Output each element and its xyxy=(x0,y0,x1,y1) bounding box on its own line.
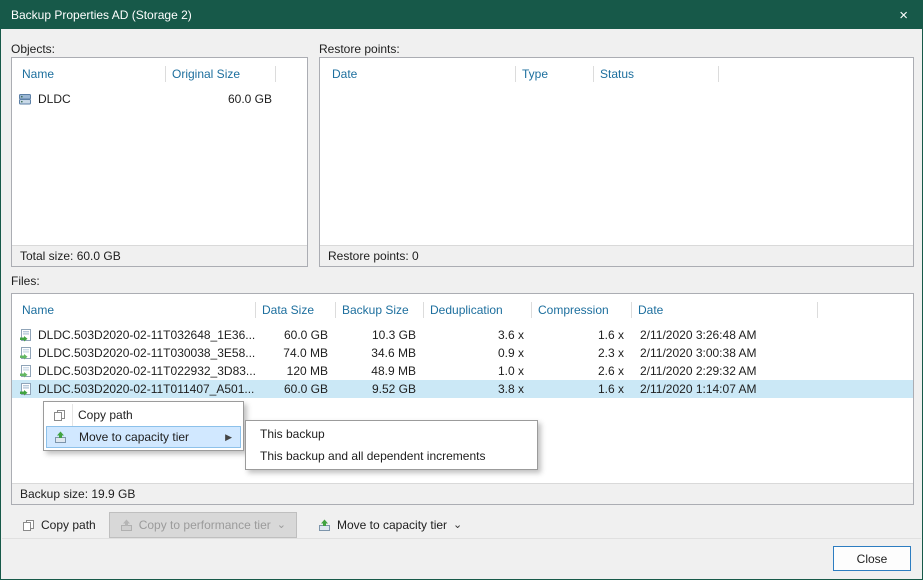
submenu-item-this-backup-and-increments[interactable]: This backup and all dependent increments xyxy=(246,445,537,467)
file-data-size: 120 MB xyxy=(256,364,336,378)
move-to-capacity-tier-label: Move to capacity tier xyxy=(337,518,447,532)
file-compression: 1.6 x xyxy=(532,328,632,342)
objects-col-name[interactable]: Name xyxy=(12,66,166,82)
files-col-data-size[interactable]: Data Size xyxy=(256,302,336,318)
copy-path-button-label: Copy path xyxy=(41,518,96,532)
copy-path-button[interactable]: Copy path xyxy=(13,513,105,537)
titlebar: Backup Properties AD (Storage 2) × xyxy=(1,1,922,29)
file-compression: 2.6 x xyxy=(532,364,632,378)
move-to-capacity-icon xyxy=(318,519,331,532)
menu-item-copy-path[interactable]: Copy path xyxy=(46,404,241,426)
restore-col-status[interactable]: Status xyxy=(594,66,719,82)
backup-file-icon xyxy=(12,329,38,342)
menu-item-move-to-capacity-tier[interactable]: Move to capacity tier ▶ xyxy=(46,426,241,448)
objects-panel: Name Original Size DLDC 60.0 GB Total xyxy=(11,57,308,267)
move-to-capacity-tier-button[interactable]: Move to capacity tier ⌄ xyxy=(309,513,471,537)
dialog-footer: Close xyxy=(2,538,921,578)
objects-total-size: Total size: 60.0 GB xyxy=(12,245,307,266)
submenu-item-label: This backup and all dependent increments xyxy=(260,449,485,463)
chevron-down-icon: ⌄ xyxy=(453,520,462,530)
file-backup-size: 48.9 MB xyxy=(336,364,424,378)
copy-to-performance-tier-label: Copy to performance tier xyxy=(139,518,271,532)
submenu-arrow-icon: ▶ xyxy=(225,432,234,443)
restore-points-table-header: Date Type Status xyxy=(320,58,913,90)
move-to-capacity-icon xyxy=(47,431,73,444)
context-menu: Copy path Move to capacity tier ▶ xyxy=(43,401,244,451)
file-row[interactable]: DLDC.503D2020-02-11T032648_1E36... 60.0 … xyxy=(12,326,913,344)
window-title: Backup Properties AD (Storage 2) xyxy=(11,8,192,22)
file-name: DLDC.503D2020-02-11T011407_A501... xyxy=(38,382,256,396)
file-date: 2/11/2020 2:29:32 AM xyxy=(632,364,818,378)
files-label: Files: xyxy=(11,274,40,288)
restore-col-date[interactable]: Date xyxy=(320,66,516,82)
files-panel: Name Data Size Backup Size Deduplication… xyxy=(11,293,914,505)
file-row[interactable]: DLDC.503D2020-02-11T022932_3D83... 120 M… xyxy=(12,362,913,380)
submenu-item-this-backup[interactable]: This backup xyxy=(246,423,537,445)
files-col-deduplication[interactable]: Deduplication xyxy=(424,302,532,318)
restore-points-count: Restore points: 0 xyxy=(320,245,913,266)
vm-icon xyxy=(12,92,38,106)
file-data-size: 60.0 GB xyxy=(256,328,336,342)
file-row-selected[interactable]: DLDC.503D2020-02-11T011407_A501... 60.0 … xyxy=(12,380,913,398)
copy-to-performance-icon xyxy=(120,519,133,532)
files-col-compression[interactable]: Compression xyxy=(532,302,632,318)
file-compression: 1.6 x xyxy=(532,382,632,396)
file-deduplication: 3.6 x xyxy=(424,328,532,342)
objects-col-original-size[interactable]: Original Size xyxy=(166,66,276,82)
backup-properties-dialog: Backup Properties AD (Storage 2) × Objec… xyxy=(0,0,923,580)
close-button[interactable]: Close xyxy=(833,546,911,571)
files-table-header: Name Data Size Backup Size Deduplication… xyxy=(12,294,913,326)
restore-points-table-body xyxy=(320,90,913,245)
file-compression: 2.3 x xyxy=(532,346,632,360)
copy-icon xyxy=(46,409,72,422)
file-name: DLDC.503D2020-02-11T022932_3D83... xyxy=(38,364,256,378)
objects-row[interactable]: DLDC 60.0 GB xyxy=(12,90,307,108)
file-date: 2/11/2020 1:14:07 AM xyxy=(632,382,818,396)
backup-increment-icon xyxy=(12,365,38,378)
object-original-size: 60.0 GB xyxy=(166,92,276,106)
submenu-item-label: This backup xyxy=(260,427,325,441)
bottom-toolbar: Copy path Copy to performance tier ⌄ Mov… xyxy=(13,510,471,540)
object-name: DLDC xyxy=(38,92,166,106)
files-backup-size: Backup size: 19.9 GB xyxy=(12,483,913,504)
file-deduplication: 0.9 x xyxy=(424,346,532,360)
restore-points-label: Restore points: xyxy=(319,42,400,56)
copy-icon xyxy=(22,519,35,532)
file-deduplication: 1.0 x xyxy=(424,364,532,378)
file-deduplication: 3.8 x xyxy=(424,382,532,396)
copy-to-performance-tier-button[interactable]: Copy to performance tier ⌄ xyxy=(109,512,297,538)
file-backup-size: 9.52 GB xyxy=(336,382,424,396)
menu-item-label: Copy path xyxy=(72,408,235,422)
file-name: DLDC.503D2020-02-11T030038_3E58.... xyxy=(38,346,256,360)
file-date: 2/11/2020 3:26:48 AM xyxy=(632,328,818,342)
capacity-tier-submenu: This backup This backup and all dependen… xyxy=(245,420,538,470)
close-icon[interactable]: × xyxy=(897,8,910,23)
file-date: 2/11/2020 3:00:38 AM xyxy=(632,346,818,360)
objects-table-header: Name Original Size xyxy=(12,58,307,90)
menu-item-label: Move to capacity tier xyxy=(73,430,225,444)
file-row[interactable]: DLDC.503D2020-02-11T030038_3E58.... 74.0… xyxy=(12,344,913,362)
file-data-size: 60.0 GB xyxy=(256,382,336,396)
backup-file-icon xyxy=(12,383,38,396)
files-col-name[interactable]: Name xyxy=(12,302,256,318)
file-backup-size: 34.6 MB xyxy=(336,346,424,360)
restore-points-panel: Date Type Status Restore points: 0 xyxy=(319,57,914,267)
files-col-backup-size[interactable]: Backup Size xyxy=(336,302,424,318)
files-col-date[interactable]: Date xyxy=(632,302,818,318)
restore-col-type[interactable]: Type xyxy=(516,66,594,82)
objects-table-body: DLDC 60.0 GB xyxy=(12,90,307,245)
objects-label: Objects: xyxy=(11,42,55,56)
backup-increment-icon xyxy=(12,347,38,360)
file-name: DLDC.503D2020-02-11T032648_1E36... xyxy=(38,328,256,342)
file-data-size: 74.0 MB xyxy=(256,346,336,360)
file-backup-size: 10.3 GB xyxy=(336,328,424,342)
chevron-down-icon: ⌄ xyxy=(277,520,286,530)
